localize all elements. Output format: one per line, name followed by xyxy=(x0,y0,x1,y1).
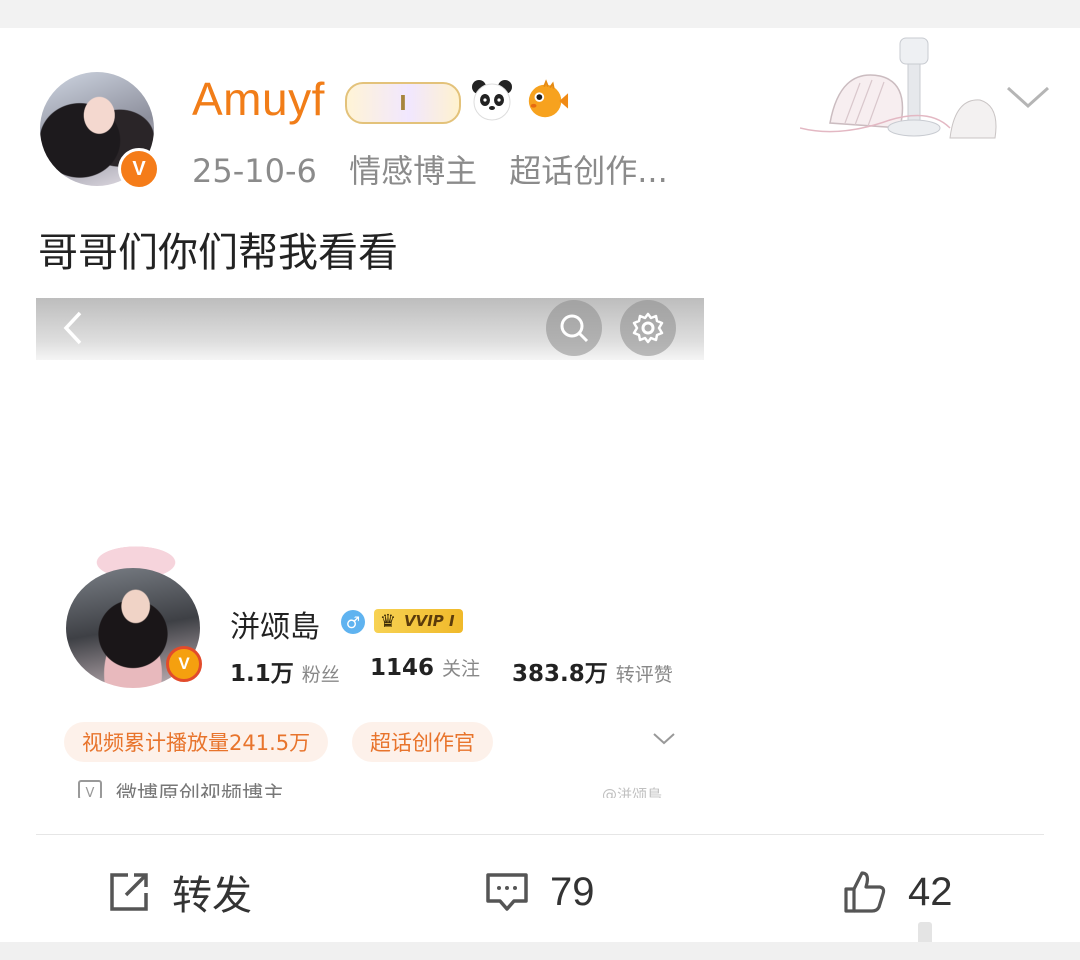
chevron-down-icon[interactable] xyxy=(1005,82,1051,112)
post-date: 25-10-6 xyxy=(192,152,317,190)
screenshot-top-bar xyxy=(36,298,704,360)
verified-badge-icon: V xyxy=(166,646,202,682)
stat-interactions: 383.8万 转评赞 xyxy=(512,654,673,688)
back-arrow-icon xyxy=(63,311,82,345)
stat-value: 1.1万 xyxy=(230,661,294,687)
comment-icon xyxy=(486,873,528,911)
verified-badge-icon: V xyxy=(118,148,160,190)
like-button[interactable]: 42 xyxy=(842,864,953,920)
post-tag: 情感博主 xyxy=(349,152,478,190)
stat-value: 383.8万 xyxy=(512,661,608,687)
username[interactable]: Amuyf xyxy=(192,72,325,126)
post-meta: 25-10-6 情感博主 超话创作... xyxy=(192,146,668,192)
level-badge-label: I xyxy=(399,91,407,115)
repost-button[interactable]: 转发 xyxy=(106,864,252,920)
share-icon xyxy=(110,873,148,911)
comment-count: 79 xyxy=(550,869,595,914)
male-gender-icon: ♂ xyxy=(341,610,365,634)
comment-button[interactable]: 79 xyxy=(484,864,595,920)
bottom-bar-background xyxy=(0,942,1080,960)
post-image[interactable]: V 洴颂島 ♂ ♛ VVIP I 1.1万 粉丝 1146 关注 383.8万 转评赞… xyxy=(36,298,704,798)
watermark: @洴颂島 xyxy=(602,786,663,798)
stat-label: 关注 xyxy=(442,658,481,680)
chevron-down-icon xyxy=(653,733,675,745)
crown-icon: ♛ xyxy=(379,610,397,632)
stat-label: 转评赞 xyxy=(615,664,673,686)
like-count: 42 xyxy=(908,869,953,914)
status-bar-background xyxy=(0,0,1080,28)
vvip-badge: ♛ VVIP I xyxy=(374,609,463,633)
level-badge[interactable]: I xyxy=(345,82,461,124)
certification: V 微博原创视频博主 xyxy=(78,778,284,798)
repost-label: 转发 xyxy=(172,873,252,919)
profile-avatar: V xyxy=(64,538,204,688)
profile-tag: 超话创作官 xyxy=(352,722,493,762)
thumbs-up-icon xyxy=(844,871,886,913)
stat-value: 1146 xyxy=(370,655,435,681)
decoration-shells-icon xyxy=(800,37,997,139)
shield-icon: V xyxy=(78,780,102,798)
stat-following: 1146 关注 xyxy=(370,654,480,681)
pufferfish-icon xyxy=(525,78,569,122)
divider xyxy=(36,834,1044,835)
gear-icon xyxy=(620,300,676,356)
search-icon xyxy=(546,300,602,356)
panda-icon xyxy=(470,78,514,122)
stat-label: 粉丝 xyxy=(301,664,340,686)
post-tag: 超话创作... xyxy=(509,152,668,190)
vvip-label: VVIP I xyxy=(404,612,455,630)
post-text: 哥哥们你们帮我看看 xyxy=(38,230,398,276)
stat-followers: 1.1万 粉丝 xyxy=(230,654,340,688)
profile-tag: 视频累计播放量241.5万 xyxy=(64,722,329,762)
certification-label: 微博原创视频博主 xyxy=(116,782,284,798)
profile-name: 洴颂島 xyxy=(230,610,320,645)
